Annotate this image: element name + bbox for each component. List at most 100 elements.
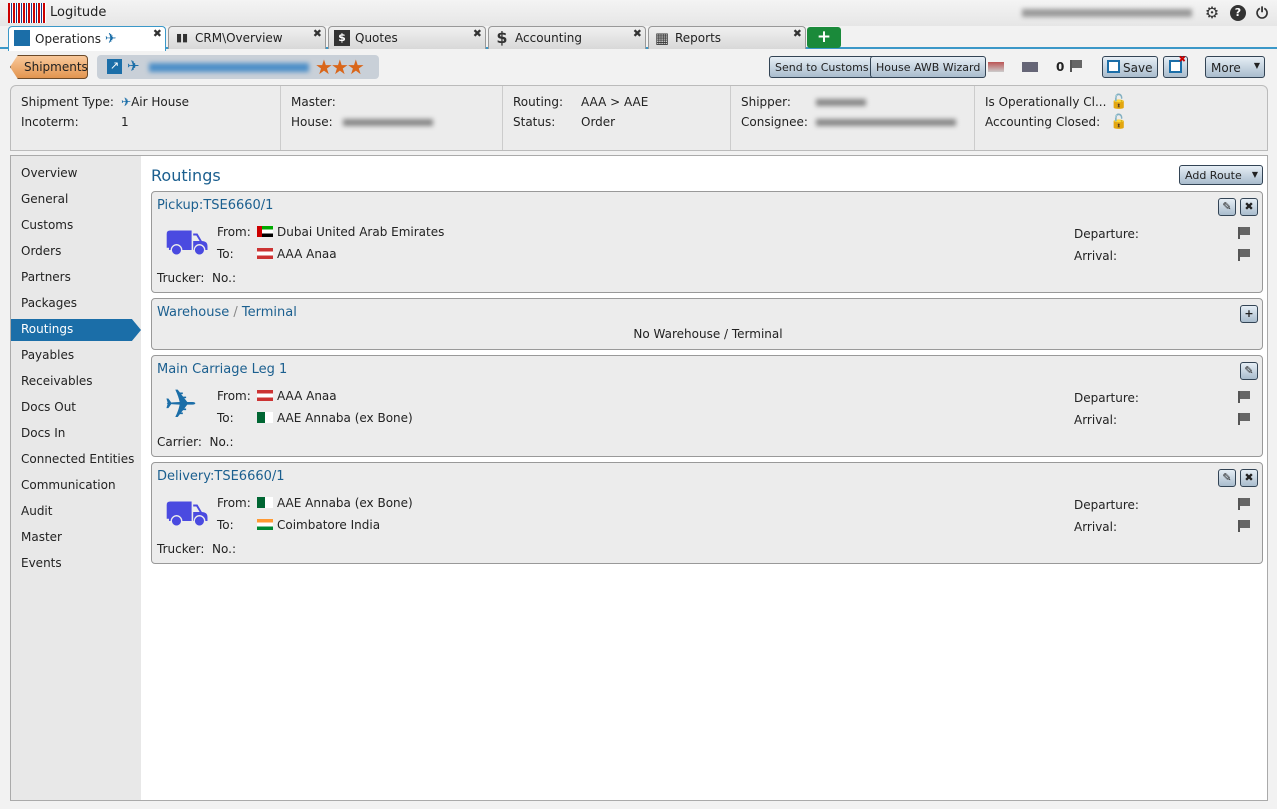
flag-icon[interactable]: [1238, 520, 1250, 532]
to-label: To:: [217, 518, 257, 532]
trucker-label: Trucker:: [157, 271, 204, 285]
gear-icon[interactable]: ⚙: [1204, 5, 1220, 21]
edit-button[interactable]: ✎: [1218, 469, 1236, 487]
flag-algeria-icon: [257, 497, 273, 508]
to-label: To:: [217, 411, 257, 425]
sidebar-item-payables[interactable]: Payables: [11, 345, 141, 367]
delivery-title[interactable]: Delivery:TSE6660/1: [157, 469, 285, 484]
delete-button[interactable]: ✖: [1240, 469, 1258, 487]
accounting-closed-label: Accounting Closed:: [985, 112, 1110, 132]
close-icon[interactable]: ✖: [793, 27, 802, 40]
routings-content: Routings Add Route▼ Pickup:TSE6660/1 ✎ ✖…: [141, 156, 1267, 800]
dollar-icon: $: [494, 30, 510, 46]
shipment-info-panel: Shipment Type:✈Air House Incoterm:1 Mast…: [10, 85, 1268, 151]
flag-icon[interactable]: [1238, 227, 1250, 239]
flag-french-polynesia-icon: [257, 390, 273, 401]
from-value: AAA Anaa: [277, 389, 337, 403]
sidebar: Overview General Customs Orders Partners Pack…: [11, 156, 141, 800]
terminal-link[interactable]: Terminal: [242, 305, 297, 320]
help-icon[interactable]: ?: [1230, 5, 1246, 21]
power-icon[interactable]: ⏻: [1254, 5, 1270, 21]
flag-icon[interactable]: [1238, 249, 1250, 261]
to-label: To:: [217, 247, 257, 261]
operationally-closed-label: Is Operationally Cl...: [985, 92, 1110, 112]
from-label: From:: [217, 496, 257, 510]
bar-chart-icon: ▮▮: [174, 30, 190, 46]
tab-bar: Operations ✈ ✖ ▮▮ CRM\Overview ✖ $Quotes✖ $…: [0, 26, 1277, 49]
house-awb-wizard-button[interactable]: House AWB Wizard: [870, 56, 986, 78]
truck-icon: ⛟: [164, 495, 206, 533]
sidebar-item-events[interactable]: Events: [11, 553, 141, 575]
sidebar-item-communication[interactable]: Communication: [11, 475, 141, 497]
document-icon[interactable]: [1022, 62, 1038, 72]
delivery-card: Delivery:TSE6660/1 ✎ ✖ ⛟ From:AAE Annaba…: [151, 462, 1263, 564]
consignee-label: Consignee:: [741, 112, 816, 132]
open-link-icon[interactable]: ↗: [107, 59, 122, 74]
save-label: Save: [1123, 61, 1152, 75]
plane-icon: ✈: [164, 386, 206, 424]
main-carriage-card: Main Carriage Leg 1 ✎ ✈ From:AAA Anaa To…: [151, 355, 1263, 457]
edit-button[interactable]: ✎: [1218, 198, 1236, 216]
delete-button[interactable]: ✖: [1240, 198, 1258, 216]
sidebar-item-orders[interactable]: Orders: [11, 241, 141, 263]
arrival-label: Arrival:: [1074, 249, 1117, 263]
sidebar-item-docs-in[interactable]: Docs In: [11, 423, 141, 445]
user-name: [1022, 9, 1192, 17]
shipper-label: Shipper:: [741, 92, 816, 112]
sidebar-item-general[interactable]: General: [11, 189, 141, 211]
tab-label: CRM\Overview: [195, 31, 283, 45]
sidebar-item-connected-entities[interactable]: Connected Entities: [11, 449, 141, 471]
shipment-type-label: Shipment Type:: [21, 92, 121, 112]
add-warehouse-button[interactable]: +: [1240, 305, 1258, 323]
flag-icon[interactable]: [1238, 391, 1250, 403]
save-close-button[interactable]: ✖: [1163, 56, 1188, 78]
tab-quotes[interactable]: $Quotes✖: [328, 26, 486, 49]
close-icon[interactable]: ✖: [313, 27, 322, 40]
close-icon[interactable]: ✖: [153, 27, 162, 40]
save-button[interactable]: Save: [1102, 56, 1158, 78]
folder-icon: [14, 30, 30, 46]
from-label: From:: [217, 225, 257, 239]
plane-icon: ✈: [127, 57, 140, 75]
flag-icon[interactable]: [1238, 413, 1250, 425]
tab-label: Operations: [35, 32, 101, 46]
sidebar-item-customs[interactable]: Customs: [11, 215, 141, 237]
sidebar-item-packages[interactable]: Packages: [11, 293, 141, 315]
flag-algeria-icon: [257, 412, 273, 423]
close-icon[interactable]: ✖: [473, 27, 482, 40]
send-to-customs-button[interactable]: Send to Customs: [769, 56, 875, 78]
tab-reports[interactable]: ▦Reports✖: [648, 26, 806, 49]
flag-us-icon[interactable]: [988, 62, 1004, 72]
sidebar-item-master[interactable]: Master: [11, 527, 141, 549]
tab-accounting[interactable]: $Accounting✖: [488, 26, 646, 49]
air-house-icon: ✈: [121, 95, 131, 109]
sidebar-item-audit[interactable]: Audit: [11, 501, 141, 523]
tab-operations[interactable]: Operations ✈ ✖: [8, 26, 166, 51]
main-carriage-title[interactable]: Main Carriage Leg 1: [157, 362, 287, 377]
tab-crm-overview[interactable]: ▮▮ CRM\Overview ✖: [168, 26, 326, 49]
sidebar-item-receivables[interactable]: Receivables: [11, 371, 141, 393]
add-tab-button[interactable]: +: [807, 27, 841, 48]
logitude-logo: [8, 3, 46, 23]
to-value: AAE Annaba (ex Bone): [277, 411, 413, 425]
more-dropdown[interactable]: More▼: [1205, 56, 1265, 78]
flag-icon[interactable]: [1238, 498, 1250, 510]
sidebar-item-partners[interactable]: Partners: [11, 267, 141, 289]
unlock-icon[interactable]: 🔓: [1110, 94, 1127, 110]
app-title: Logitude: [50, 5, 106, 20]
add-route-dropdown[interactable]: Add Route▼: [1179, 165, 1263, 185]
sidebar-item-routings[interactable]: Routings: [11, 319, 141, 341]
plane-icon: ✈: [105, 31, 117, 47]
warehouse-link[interactable]: Warehouse: [157, 305, 229, 320]
sidebar-item-docs-out[interactable]: Docs Out: [11, 397, 141, 419]
close-icon[interactable]: ✖: [633, 27, 642, 40]
shipments-back-button[interactable]: Shipments: [10, 55, 88, 79]
tab-label: Reports: [675, 31, 721, 45]
unlock-icon[interactable]: 🔓: [1110, 114, 1127, 130]
flag-icon[interactable]: [1070, 60, 1082, 72]
no-label: No.:: [212, 271, 236, 285]
sidebar-item-overview[interactable]: Overview: [11, 163, 141, 185]
edit-button[interactable]: ✎: [1240, 362, 1258, 380]
pickup-title[interactable]: Pickup:TSE6660/1: [157, 198, 273, 213]
departure-label: Departure:: [1074, 498, 1139, 512]
